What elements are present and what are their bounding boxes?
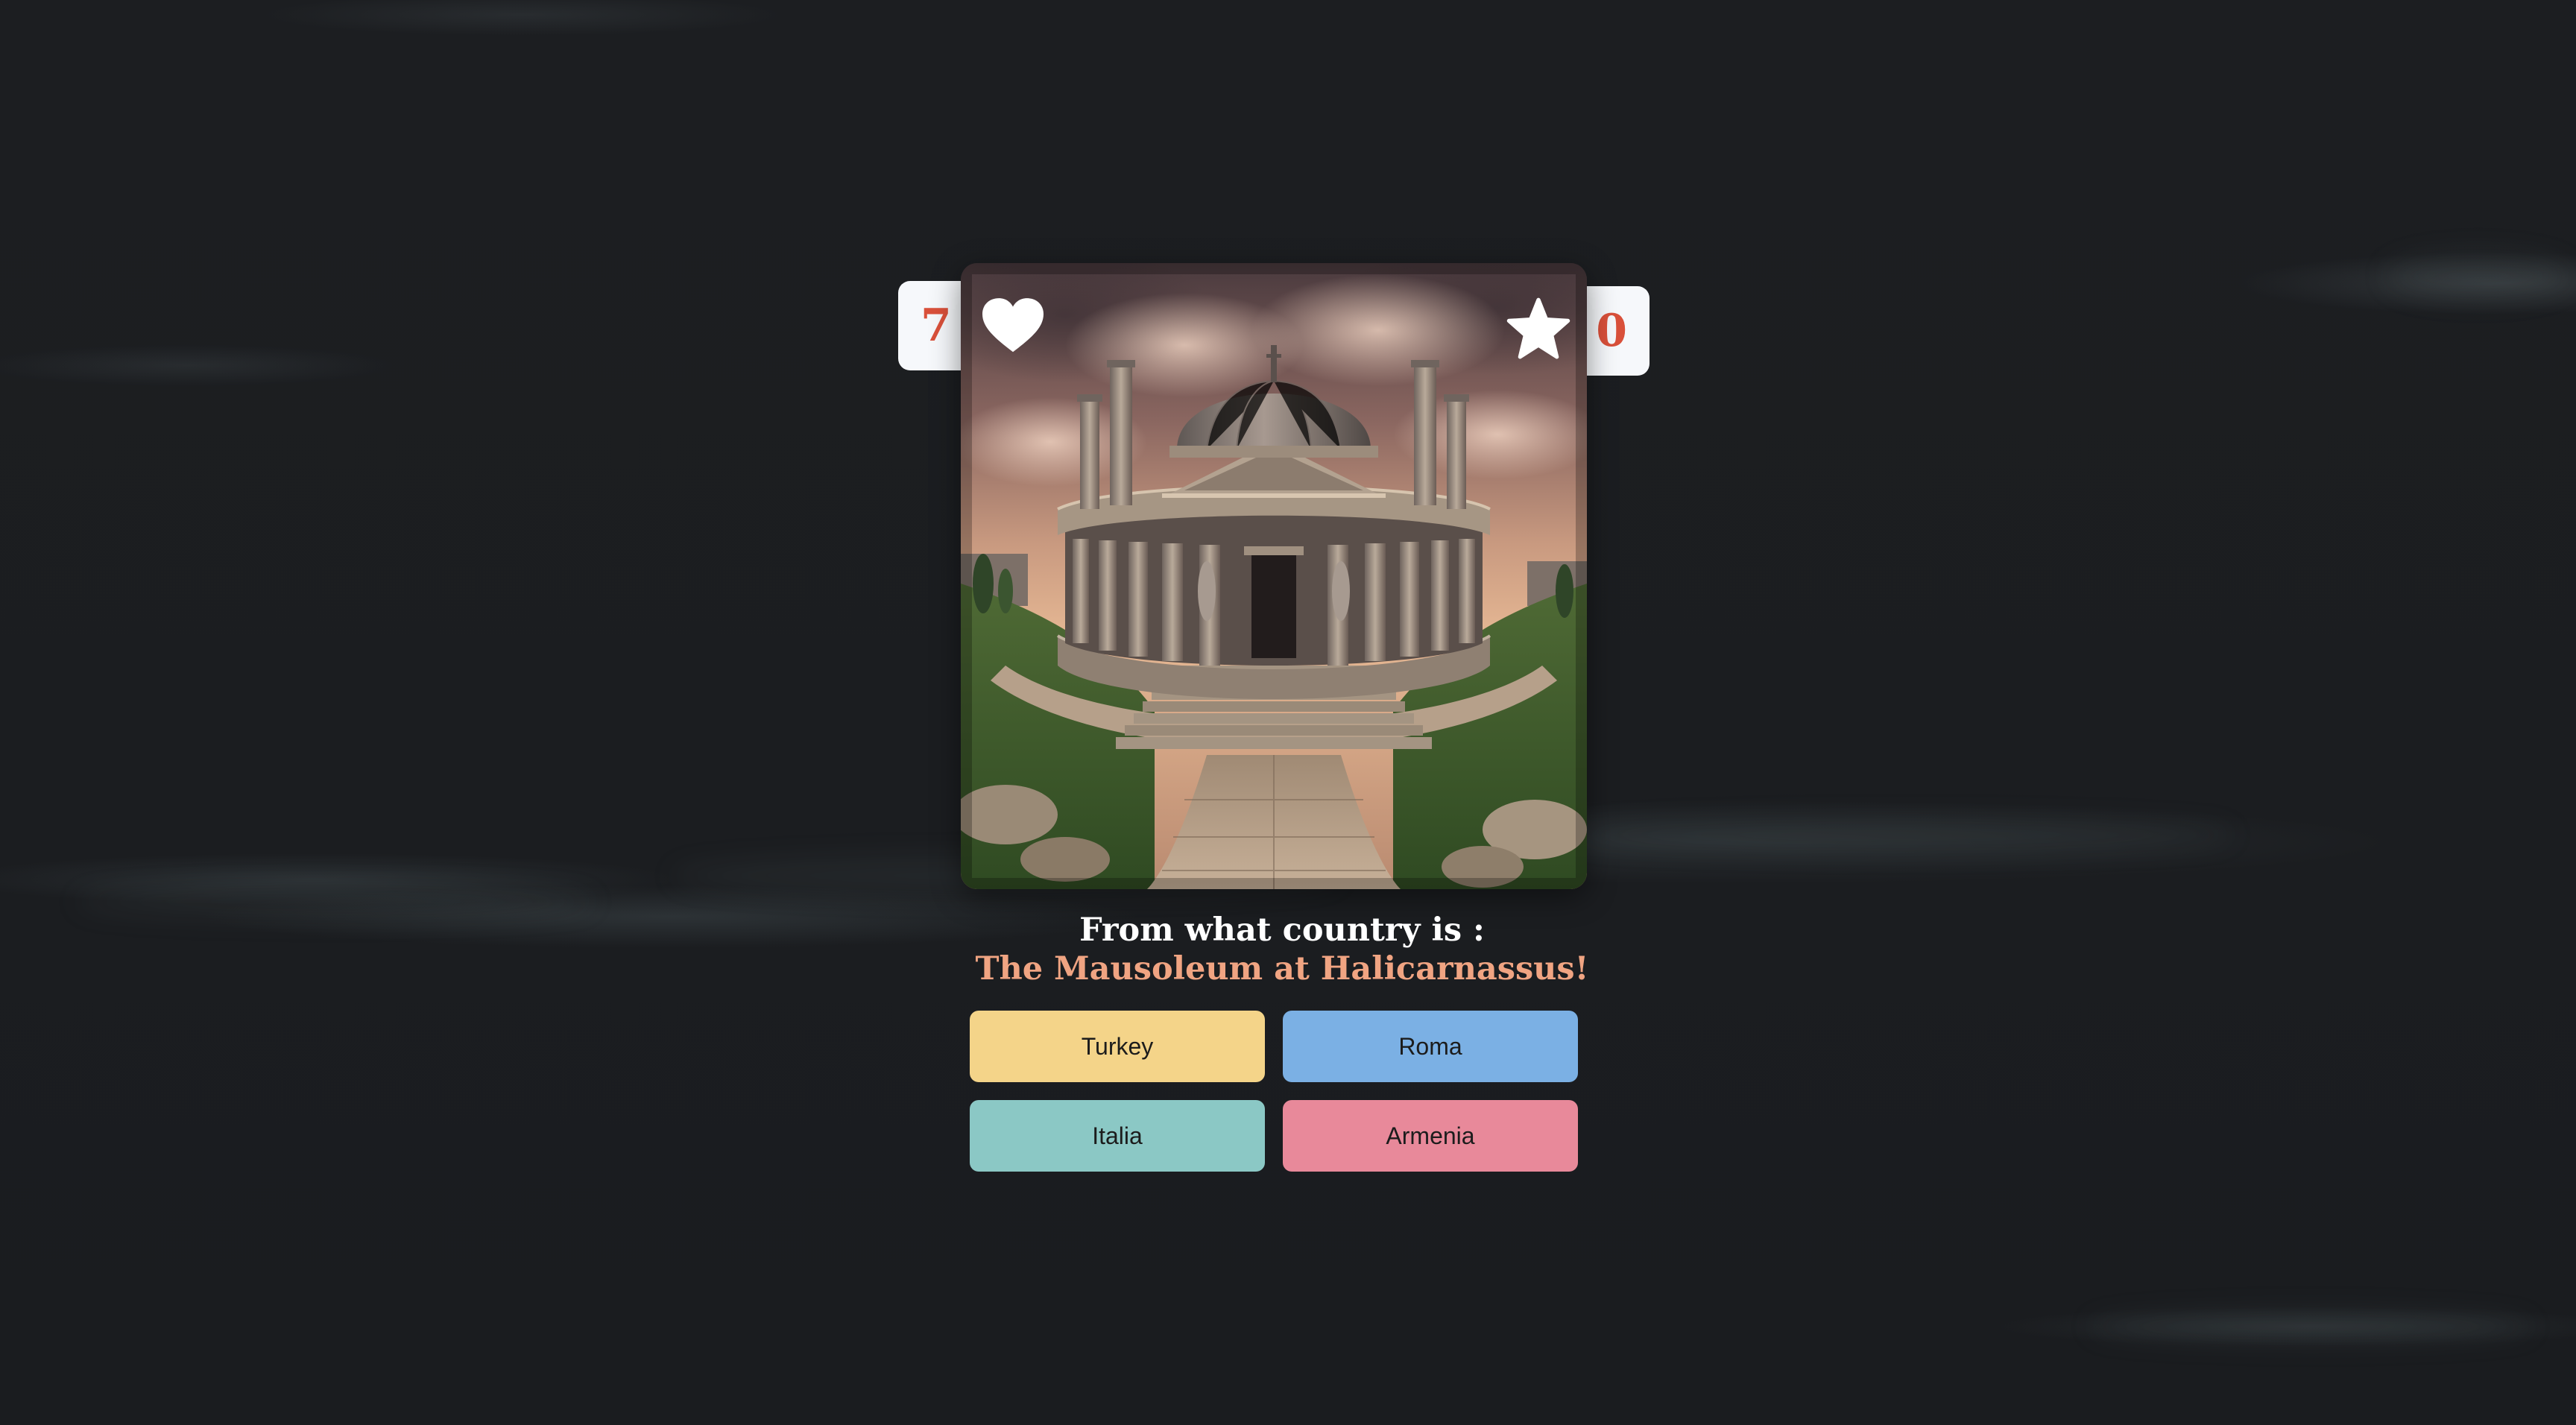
question-prompt: From what country is :: [1079, 911, 1485, 949]
landmark-illustration: [961, 263, 1587, 889]
landmark-image: [961, 263, 1587, 889]
question-text: From what country is : The Mausoleum at …: [820, 911, 1744, 988]
score-count: 0: [1596, 305, 1627, 357]
game-screen: 7 0 From what country is: The Mausoleum…: [0, 0, 2576, 1425]
lives-count: 7: [921, 300, 952, 352]
background-wisp: [1565, 820, 2236, 850]
background-wisp: [75, 887, 596, 917]
question-subject: The Mausoleum at Halicarnassus!: [975, 950, 1589, 988]
answer-button-turkey[interactable]: Turkey: [970, 1011, 1265, 1082]
answer-button-italia[interactable]: Italia: [970, 1100, 1265, 1172]
answer-grid: Turkey Roma Italia Armenia: [970, 1011, 1578, 1172]
heart-icon: [982, 298, 1044, 353]
background-wisp: [2087, 1312, 2534, 1342]
background-wisp: [2385, 253, 2572, 298]
answer-button-roma[interactable]: Roma: [1283, 1011, 1578, 1082]
star-icon: [1506, 297, 1570, 359]
answer-button-armenia[interactable]: Armenia: [1283, 1100, 1578, 1172]
